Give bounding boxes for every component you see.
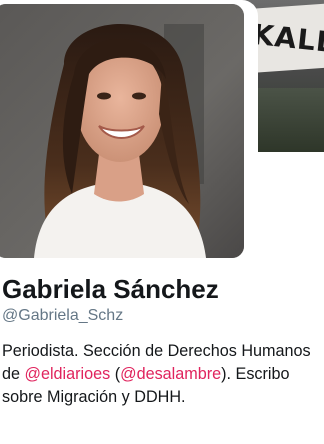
profile-name[interactable]: Gabriela Sánchez [2, 272, 219, 306]
avatar[interactable] [0, 4, 244, 258]
profile-card: KALL Gabriela Sánchez @Gabriela_Schz Per… [0, 0, 324, 444]
avatar-frame [0, 0, 258, 264]
mention-link-eldiarioes[interactable]: @eldiarioes [25, 365, 111, 383]
profile-handle[interactable]: @Gabriela_Schz [2, 306, 123, 326]
avatar-photo-icon [0, 4, 244, 258]
bio-text: ( [110, 365, 121, 383]
mention-link-desalambre[interactable]: @desalambre [120, 365, 221, 383]
profile-bio: Periodista. Sección de Derechos Humanos … [2, 340, 320, 409]
